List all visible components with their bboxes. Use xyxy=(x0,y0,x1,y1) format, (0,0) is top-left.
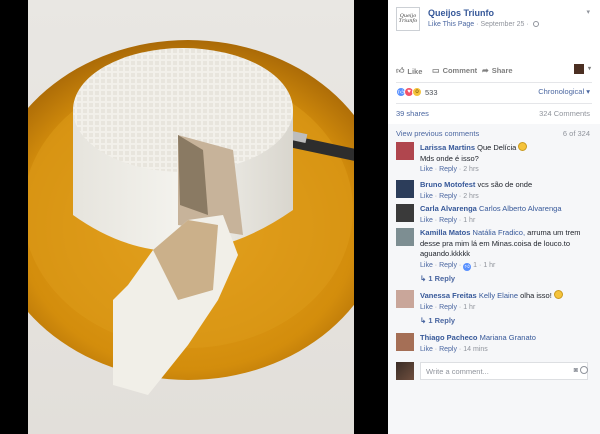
post-actions: 👍︎ Like ▭ Comment ➦ Share ▾ xyxy=(388,60,600,78)
comment-time[interactable]: 2 hrs xyxy=(463,193,479,200)
comment-actions: Like · Reply · 2 hrs xyxy=(420,166,479,173)
like-button[interactable]: 👍︎ Like xyxy=(396,66,422,76)
avatar[interactable] xyxy=(396,290,414,308)
acting-as-chevron-icon[interactable]: ▾ xyxy=(588,65,591,72)
like-page-link[interactable]: Like This Page xyxy=(428,21,474,28)
post-meta: Like This Page · September 25 · xyxy=(428,21,539,28)
comment-author[interactable]: Bruno Motofest xyxy=(420,180,475,189)
like-label: Like xyxy=(407,66,423,76)
comment-author[interactable]: Carla Alvarenga xyxy=(420,204,477,213)
page-avatar[interactable]: Queijo Triunfo xyxy=(396,7,420,31)
comment-time[interactable]: 14 mins xyxy=(463,346,488,353)
comment-reply-link[interactable]: Reply xyxy=(439,166,457,173)
comment-author[interactable]: Kamilla Matos xyxy=(420,228,470,237)
avatar xyxy=(396,362,414,380)
avatar[interactable] xyxy=(396,333,414,351)
laughing-emoji-icon xyxy=(553,290,563,299)
comments-count-link[interactable]: 324 Comments xyxy=(539,109,590,118)
comment-like-link[interactable]: Like xyxy=(420,166,433,173)
comment-order-dropdown[interactable]: Chronological ▾ xyxy=(538,87,590,96)
emoji-picker-icon[interactable] xyxy=(580,366,588,374)
comments-list: View previous comments 6 of 324 Larissa … xyxy=(388,124,600,434)
divider xyxy=(396,82,592,83)
meta-separator: · xyxy=(476,21,479,28)
comment-reply-link[interactable]: Reply xyxy=(439,304,457,311)
replies-label: 1 Reply xyxy=(428,316,456,325)
tagged-user-link[interactable]: Kelly Elaine xyxy=(479,291,518,300)
comment-author[interactable]: Vanessa Freitas xyxy=(420,291,477,300)
comment-reply-link[interactable]: Reply xyxy=(439,346,457,353)
comment-like-link[interactable]: Like xyxy=(420,193,433,200)
comment-actions: Like · Reply · 👍︎ 1 · 1 hr xyxy=(420,261,496,271)
thumbs-up-icon: 👍︎ xyxy=(463,262,472,271)
comment-reply-link[interactable]: Reply xyxy=(439,217,457,224)
comment-input[interactable]: Write a comment... xyxy=(420,362,588,380)
tagged-user-link[interactable]: Carlos Alberto Alvarenga xyxy=(479,204,562,213)
comment-time[interactable]: 2 hrs xyxy=(463,166,479,173)
comment-text: Que Delícia xyxy=(477,143,517,152)
comment-text: olha isso! xyxy=(520,291,552,300)
comment-button[interactable]: ▭ Comment xyxy=(432,66,477,75)
comment-like-link[interactable]: Like xyxy=(420,217,433,224)
comment-reply-link[interactable]: Reply xyxy=(439,262,457,269)
reactions-count: 533 xyxy=(425,87,438,97)
comment-like-link[interactable]: Like xyxy=(420,304,433,311)
comment-text-2: Mds onde é isso? xyxy=(420,153,479,163)
divider xyxy=(396,103,592,104)
comment-actions: Like · Reply · 2 hrs xyxy=(420,192,479,200)
avatar[interactable] xyxy=(396,142,414,160)
share-button[interactable]: ➦ Share xyxy=(482,66,513,75)
comment-icon: ▭ xyxy=(432,66,440,75)
thumbs-up-icon: 👍︎ xyxy=(396,66,405,75)
shares-link[interactable]: 39 shares xyxy=(396,109,429,118)
replies-label: 1 Reply xyxy=(428,274,456,283)
reply-arrow-icon: ↳ xyxy=(420,316,427,325)
avatar[interactable] xyxy=(396,204,414,222)
comment-composer: Write a comment... ◙ xyxy=(396,362,592,384)
camera-icon[interactable]: ◙ xyxy=(574,367,578,374)
comment-text: vcs são de onde xyxy=(477,180,533,189)
comment-like-link[interactable]: Like xyxy=(420,346,433,353)
meta-separator-2: · xyxy=(526,21,529,28)
view-previous-comments-link[interactable]: View previous comments xyxy=(396,129,479,138)
post-sidebar: Queijo Triunfo Queijos Triunfo Like This… xyxy=(388,0,600,434)
view-replies-link[interactable]: ↳ 1 Reply xyxy=(420,274,455,283)
comment-time[interactable]: 1 hr xyxy=(483,262,495,269)
comment-reply-link[interactable]: Reply xyxy=(439,193,457,200)
tagged-user-link[interactable]: Natália Fradico, xyxy=(473,228,526,237)
cheese-photo xyxy=(28,40,354,395)
reactions-summary[interactable]: 👍︎ ♥ o 533 xyxy=(396,86,438,98)
avatar[interactable] xyxy=(396,180,414,198)
globe-icon xyxy=(532,21,539,27)
smile-emoji-icon xyxy=(518,142,528,151)
reply-arrow-icon: ↳ xyxy=(420,274,427,283)
post-date[interactable]: September 25 xyxy=(480,21,524,28)
share-label: Share xyxy=(491,66,513,75)
post-options-chevron-icon[interactable]: ▾ xyxy=(586,8,590,16)
view-replies-link[interactable]: ↳ 1 Reply xyxy=(420,316,455,325)
page-name-link[interactable]: Queijos Triunfo xyxy=(428,8,494,18)
wow-reaction-icon: o xyxy=(412,87,422,97)
acting-as-avatar[interactable] xyxy=(574,64,584,74)
photo-viewer: Queijo Triunfo Queijos Triunfo Like This… xyxy=(0,0,600,434)
comment-actions: Like · Reply · 1 hr xyxy=(420,216,476,224)
comments-pager: 6 of 324 xyxy=(562,129,590,138)
comment-like-link[interactable]: Like xyxy=(420,262,433,269)
post-header: Queijo Triunfo Queijos Triunfo Like This… xyxy=(388,0,600,44)
share-arrow-icon: ➦ xyxy=(482,66,489,75)
post-photo[interactable] xyxy=(28,0,354,434)
comment-author[interactable]: Larissa Martins xyxy=(420,143,475,152)
tagged-user-link[interactable]: Mariana Granato xyxy=(480,333,536,342)
comment-reaction-count[interactable]: 1 xyxy=(473,262,477,269)
comment-time[interactable]: 1 hr xyxy=(463,304,475,311)
avatar[interactable] xyxy=(396,228,414,246)
comment-actions: Like · Reply · 1 hr xyxy=(420,303,476,311)
comment-order-label: Chronological xyxy=(538,87,585,96)
chevron-down-icon: ▾ xyxy=(586,87,590,96)
page-logo: Queijo Triunfo xyxy=(398,13,418,24)
comment-actions: Like · Reply · 14 mins xyxy=(420,345,488,353)
comment-time[interactable]: 1 hr xyxy=(463,217,475,224)
comment-label: Comment xyxy=(442,66,478,75)
comment-author[interactable]: Thiago Pacheco xyxy=(420,333,478,342)
